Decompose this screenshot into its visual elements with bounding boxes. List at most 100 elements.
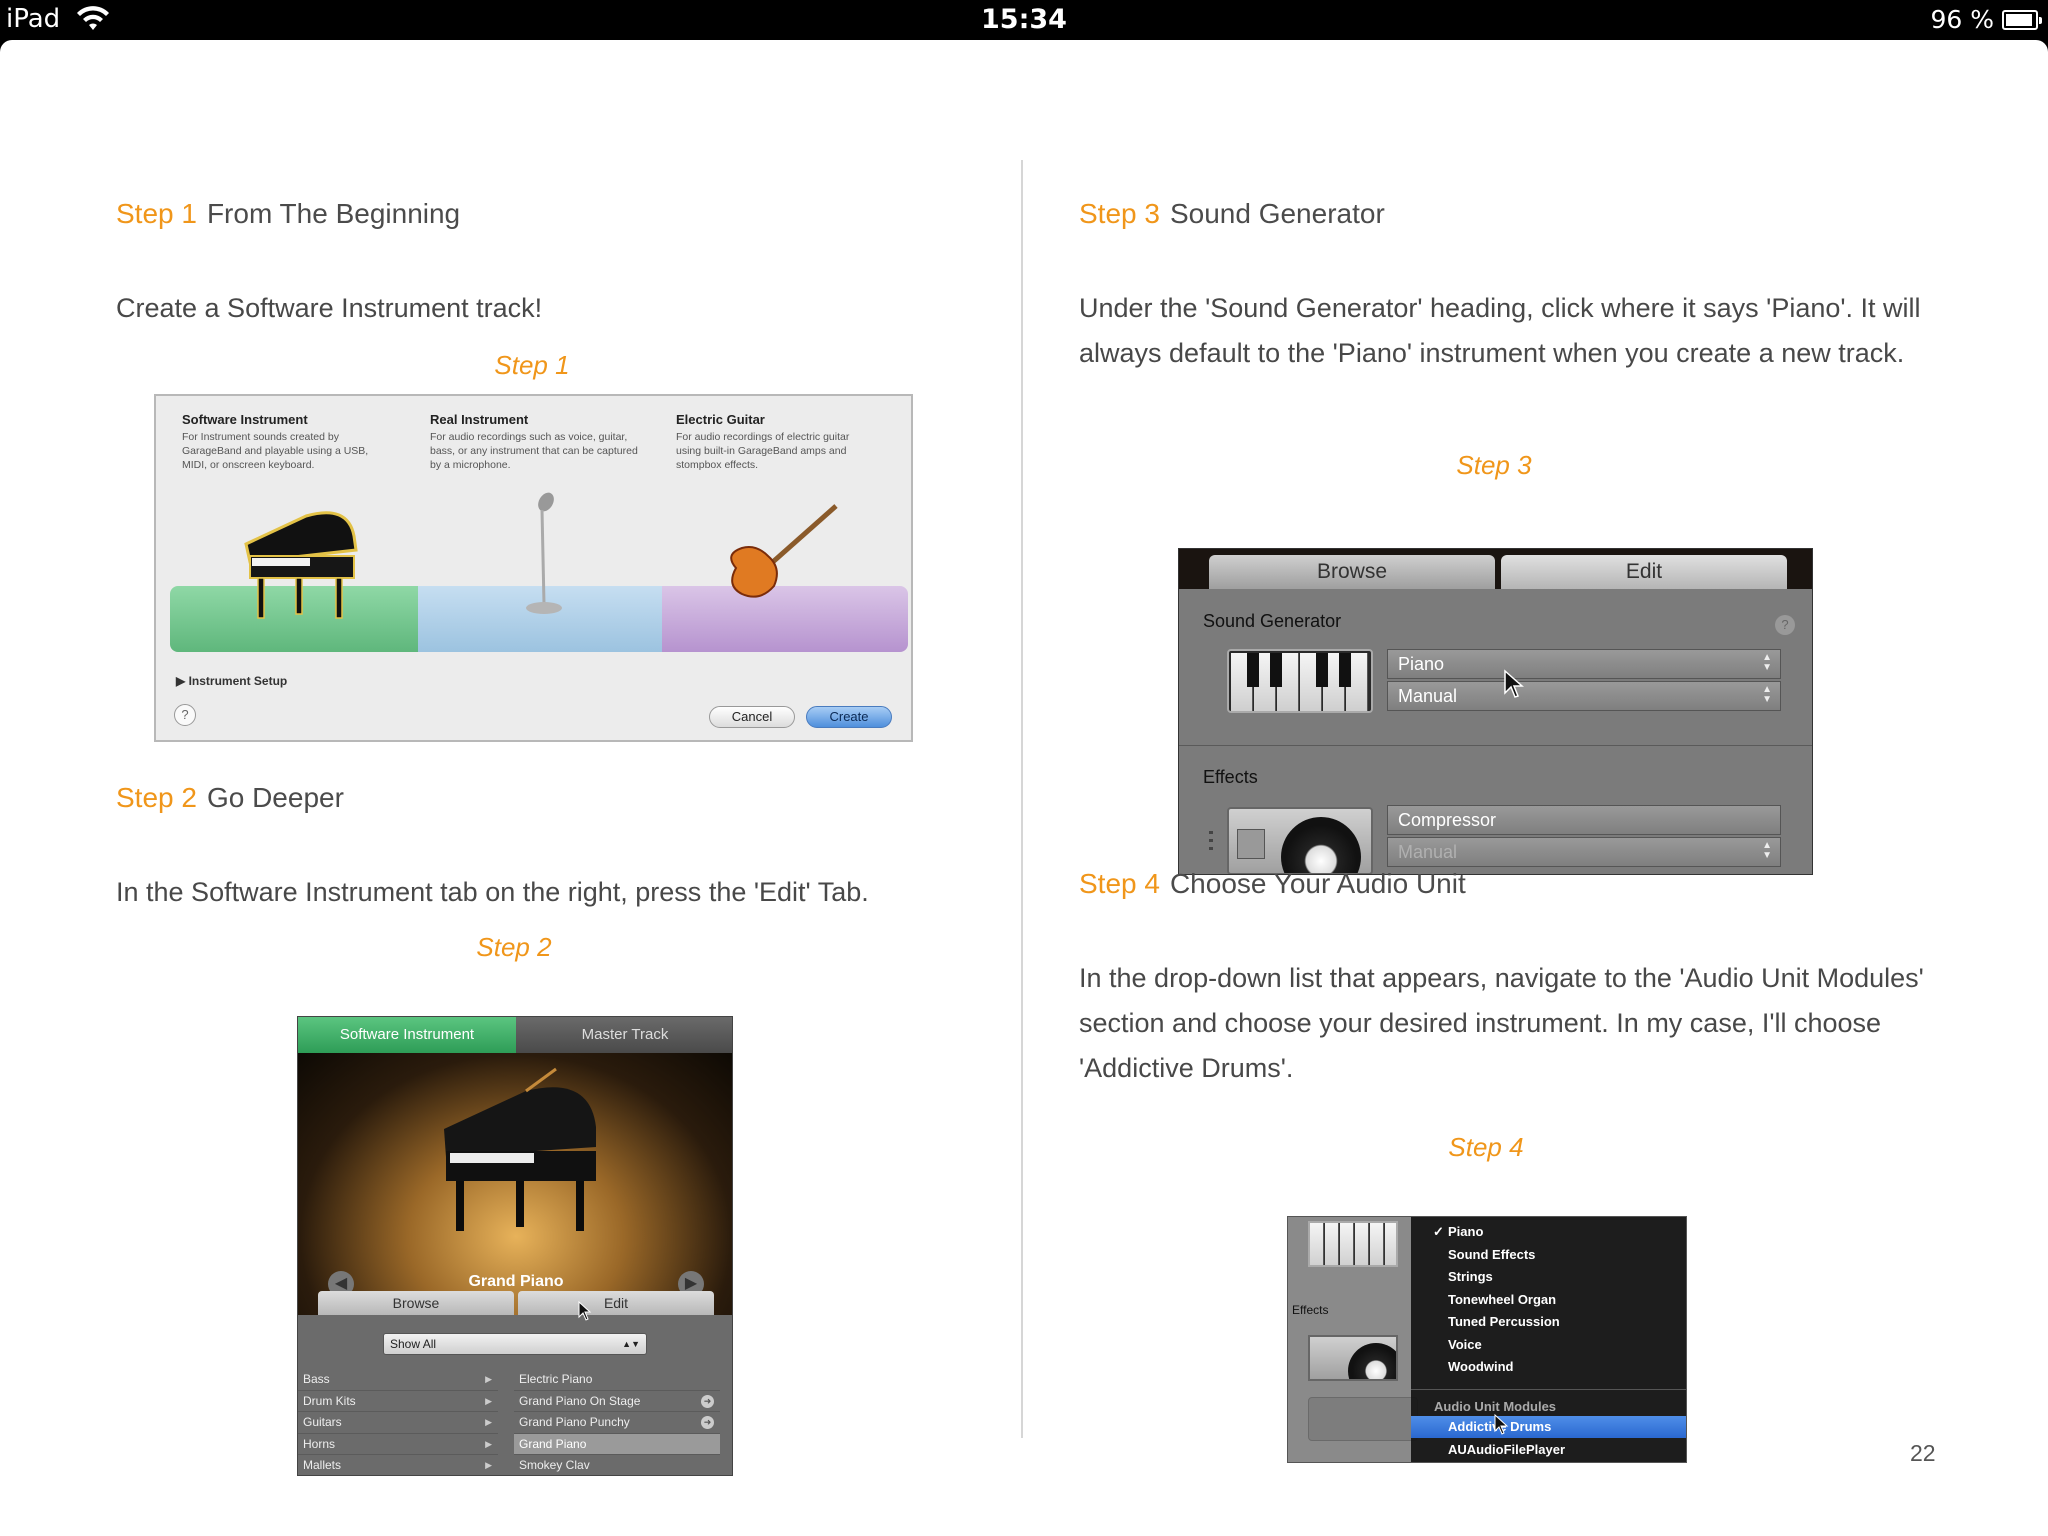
preset-item[interactable]: Grand Piano On Stage ➜ bbox=[514, 1391, 720, 1412]
show-all-label: Show All bbox=[390, 1337, 437, 1351]
instrument-dropdown-menu: ✓ Piano Sound Effects Strings Tonewheel … bbox=[1411, 1217, 1686, 1462]
menu-item[interactable]: Tuned Percussion bbox=[1411, 1311, 1686, 1333]
menu-item-checked[interactable]: ✓ Piano bbox=[1411, 1221, 1686, 1243]
menu-item[interactable]: AUAudioFilePlayer bbox=[1411, 1439, 1686, 1461]
step2-heading: Step 2 Go Deeper bbox=[116, 782, 344, 814]
menu-section-header: Audio Unit Modules bbox=[1434, 1399, 1557, 1414]
mouse-cursor-icon bbox=[1494, 1414, 1509, 1435]
menu-item[interactable]: Tonewheel Organ bbox=[1411, 1289, 1686, 1311]
category-item[interactable]: Mallets ▶ bbox=[298, 1455, 498, 1475]
step1-title: From The Beginning bbox=[206, 198, 461, 229]
expand-arrow-icon: ▶ bbox=[485, 1374, 492, 1384]
step1-caption: Step 1 bbox=[494, 350, 570, 380]
new-track-dialog-image: Software Instrument For Instrument sound… bbox=[154, 394, 913, 742]
option-description: For Instrument sounds created by GarageB… bbox=[182, 431, 369, 471]
menu-separator bbox=[1411, 1389, 1686, 1390]
battery-icon bbox=[2002, 10, 2042, 30]
preset-select[interactable]: Manual ▲ ▼ bbox=[1387, 681, 1781, 711]
section-divider bbox=[1179, 745, 1812, 746]
step4-heading: Step 4 Choose Your Audio Unit bbox=[1079, 868, 1466, 900]
tab-edit[interactable]: Edit bbox=[1501, 555, 1787, 589]
option-title: Software Instrument bbox=[182, 412, 308, 427]
electric-guitar-icon bbox=[730, 504, 838, 598]
show-all-select[interactable]: Show All ▲▼ bbox=[383, 1333, 647, 1355]
cancel-button[interactable]: Cancel bbox=[709, 706, 795, 728]
help-button[interactable]: ? bbox=[174, 704, 196, 726]
empty-slot bbox=[1308, 1397, 1418, 1441]
option-description: For audio recordings of electric guitar … bbox=[676, 431, 850, 471]
option-title: Electric Guitar bbox=[676, 412, 765, 427]
menu-item-addictive-drums[interactable]: Addictive Drums bbox=[1411, 1416, 1686, 1438]
create-button[interactable]: Create bbox=[806, 706, 892, 728]
preset-item[interactable]: Electric Piano bbox=[514, 1369, 720, 1391]
instrument-select-value: Piano bbox=[1398, 654, 1445, 674]
menu-item[interactable]: Strings bbox=[1411, 1266, 1686, 1288]
instrument-select[interactable]: Piano ▲ ▼ bbox=[1387, 649, 1781, 679]
go-arrow-icon: ➜ bbox=[701, 1416, 714, 1429]
menu-item-label: Piano bbox=[1448, 1224, 1484, 1239]
select-stepper-icon: ▲▼ bbox=[622, 1339, 640, 1349]
instrument-stage: ◀ ▶ Grand Piano bbox=[298, 1053, 732, 1315]
preset-select-value: Manual bbox=[1398, 686, 1458, 706]
step4-title: Choose Your Audio Unit bbox=[1169, 868, 1466, 899]
tab-edit[interactable]: Edit bbox=[518, 1291, 714, 1315]
preset-list: Electric Piano Grand Piano On Stage ➜ Gra… bbox=[514, 1369, 720, 1475]
step4-body: In the drop-down list that appears, navi… bbox=[1079, 963, 1924, 1083]
battery-percentage: 96 % bbox=[1930, 5, 1994, 34]
effects-label: Effects bbox=[1292, 1303, 1329, 1317]
category-item[interactable]: Bass ▶ bbox=[298, 1369, 498, 1391]
drag-handle-icon[interactable] bbox=[1209, 831, 1213, 853]
effect-preset-value: Manual bbox=[1398, 842, 1458, 862]
step4-caption: Step 4 bbox=[1448, 1132, 1524, 1162]
expand-arrow-icon: ▶ bbox=[485, 1417, 492, 1427]
stepper-arrows-icon: ▲ ▼ bbox=[1762, 840, 1772, 861]
step4-number: Step 4 bbox=[1079, 868, 1160, 899]
tab-browse[interactable]: Browse bbox=[1209, 555, 1495, 589]
option-title: Real Instrument bbox=[430, 412, 529, 427]
category-item[interactable]: Horns ▶ bbox=[298, 1434, 498, 1455]
category-item[interactable]: Guitars ▶ bbox=[298, 1412, 498, 1434]
step3-number: Step 3 bbox=[1079, 198, 1160, 229]
piano-keys-icon bbox=[1308, 1221, 1398, 1267]
step3-body: Under the 'Sound Generator' heading, cli… bbox=[1079, 293, 1921, 368]
instrument-setup-disclosure[interactable]: ▶ Instrument Setup bbox=[176, 674, 287, 688]
preset-item[interactable]: Grand Piano Punchy ➜ bbox=[514, 1412, 720, 1434]
compressor-knob-icon bbox=[1308, 1335, 1398, 1381]
column-divider bbox=[1021, 160, 1023, 1438]
preset-item-selected[interactable]: Grand Piano bbox=[514, 1433, 720, 1455]
preset-item[interactable]: Smokey Clav bbox=[514, 1455, 720, 1475]
compressor-knob-icon bbox=[1227, 807, 1373, 874]
microphone-icon bbox=[526, 492, 562, 614]
menu-item[interactable]: Sound Effects bbox=[1411, 1244, 1686, 1266]
piano-keys-icon bbox=[1227, 649, 1373, 713]
grand-piano-icon bbox=[244, 511, 358, 619]
book-page[interactable]: Step 1 From The Beginning Create a Softwa… bbox=[0, 40, 2048, 1536]
tab-browse[interactable]: Browse bbox=[318, 1291, 514, 1315]
effect-select[interactable]: Compressor bbox=[1387, 805, 1781, 835]
audio-unit-menu-image: Effects ✓ Piano Sound Effects Strings To… bbox=[1287, 1216, 1687, 1463]
step2-number: Step 2 bbox=[116, 782, 197, 813]
tab-master-track[interactable]: Master Track bbox=[516, 1017, 732, 1053]
instrument-setup-label: Instrument Setup bbox=[188, 674, 288, 688]
category-list: Bass ▶ Drum Kits ▶ Guitars ▶ Horns ▶ Mallets… bbox=[298, 1369, 498, 1475]
effect-preset-select[interactable]: Manual ▲ ▼ bbox=[1387, 837, 1781, 867]
help-icon[interactable]: ? bbox=[1775, 615, 1795, 635]
step2-body: In the Software Instrument tab on the ri… bbox=[116, 877, 869, 907]
menu-item[interactable]: Woodwind bbox=[1411, 1356, 1686, 1378]
stepper-arrows-icon: ▲ ▼ bbox=[1762, 684, 1772, 705]
step3-title: Sound Generator bbox=[1169, 198, 1385, 229]
step1-heading: Step 1 From The Beginning bbox=[116, 198, 460, 230]
sound-generator-panel-image: Browse Edit Sound Generator ? Piano ▲ ▼ M… bbox=[1178, 548, 1813, 875]
expand-arrow-icon: ▶ bbox=[485, 1460, 492, 1470]
page-number: 22 bbox=[1910, 1440, 1936, 1466]
step3-heading: Step 3 Sound Generator bbox=[1079, 198, 1385, 230]
expand-arrow-icon: ▶ bbox=[485, 1395, 492, 1406]
category-item[interactable]: Drum Kits ▶ bbox=[298, 1391, 498, 1412]
menu-item[interactable]: Voice bbox=[1411, 1334, 1686, 1356]
grand-piano-icon bbox=[444, 1067, 596, 1231]
effect-select-value: Compressor bbox=[1398, 810, 1497, 830]
step3-caption: Step 3 bbox=[1456, 450, 1532, 480]
go-arrow-icon: ➜ bbox=[701, 1394, 714, 1408]
tab-software-instrument[interactable]: Software Instrument bbox=[298, 1017, 516, 1053]
expand-arrow-icon: ▶ bbox=[485, 1438, 492, 1449]
